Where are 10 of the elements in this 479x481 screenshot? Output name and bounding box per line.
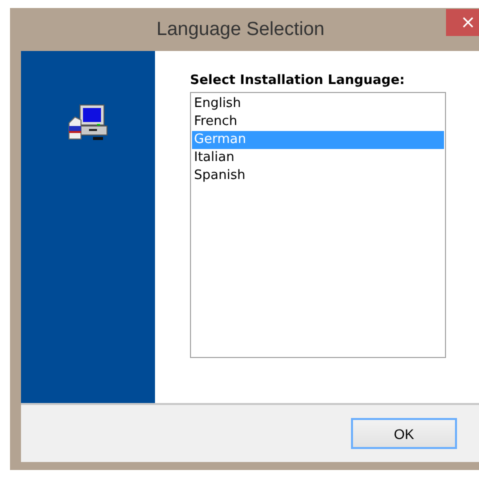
language-list[interactable]: English French German Italian Spanish [190,92,446,358]
prompt-label: Select Installation Language: [190,73,406,88]
ok-button[interactable]: OK [351,418,457,449]
close-button[interactable]: × [446,9,479,36]
language-item[interactable]: English [192,95,444,113]
computer-setup-icon [67,103,109,143]
language-item[interactable]: Italian [192,149,444,167]
language-item[interactable]: Spanish [192,167,444,185]
language-item[interactable]: French [192,113,444,131]
window-title: Language Selection [156,18,324,40]
